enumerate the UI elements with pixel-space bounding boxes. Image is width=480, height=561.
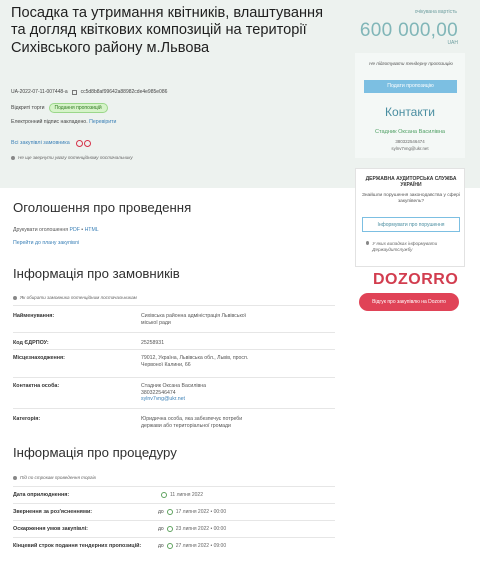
row-key: Категорія:	[13, 416, 41, 422]
tender-id-row: UA-2022-07-11-007448-a cc5d8b8af99642a88…	[11, 89, 167, 95]
tender-title: Посадка та утримання квітників, влаштува…	[11, 5, 323, 56]
offer-warning: Не підготувати тендерну пропозицію	[369, 61, 453, 66]
customer-row-location: Місцезнаходження: 79012, Україна, Львівс…	[13, 355, 333, 368]
customer-title: Інформація про замовників	[13, 266, 180, 281]
supplier-notice: Не ще звернути увагу потенційному постач…	[11, 155, 133, 160]
audit-service-card: ДЕРЖАВНА АУДИТОРСЬКА СЛУЖБА УКРАЇНИ Знай…	[355, 168, 465, 267]
info-icon	[13, 295, 17, 300]
expected-value-amount: 600 000,00	[359, 20, 458, 41]
audit-note-text[interactable]: У яких випадках інформувати Держаудитслу…	[372, 241, 458, 253]
dozorro-review-button[interactable]: Відгук про закупівлю на Dozorro	[359, 293, 459, 311]
divider	[13, 332, 335, 333]
status-badge: Подання пропозицій	[48, 103, 108, 113]
procedure-title: Інформація про процедуру	[13, 445, 177, 460]
signature-row: Електронний підпис накладено. Перевірити	[11, 119, 116, 125]
contact-phone: 380322546474	[395, 139, 425, 144]
report-violation-button[interactable]: Інформувати про порушення	[362, 217, 460, 232]
expected-value-label: очікувана вартість	[414, 9, 457, 15]
divider	[13, 537, 335, 538]
row-key: Найменування:	[13, 313, 55, 319]
divider	[13, 349, 335, 350]
customer-row-contact: Контактна особа: Стадник Оксана Василівн…	[13, 383, 333, 403]
row-value: Стадник Оксана Василівна 380322546474 sy…	[141, 383, 251, 403]
row-value: 25258931	[141, 340, 165, 346]
info-icon	[13, 475, 17, 480]
contact-name: Стадник Оксана Василівна	[374, 129, 446, 135]
row-value: Юридична особа, яка забезпечує потреби д…	[141, 416, 243, 429]
currency-label: UAH	[447, 40, 458, 46]
print-pdf-link[interactable]: PDF	[69, 227, 79, 233]
contacts-title: Контакти	[385, 105, 435, 119]
row-value: Сихівська районна адміністрація Львівськ…	[141, 313, 247, 326]
info-icon	[11, 155, 15, 160]
verify-signature-link[interactable]: Перевірити	[89, 119, 116, 125]
dozorro-logo: DOZORRO	[373, 271, 459, 288]
divider	[13, 377, 335, 378]
tender-hash: cc5d8b8af99642a88982cde4e985e086	[80, 89, 168, 95]
divider	[13, 305, 335, 306]
customer-row-name: Найменування: Сихівська районна адмініст…	[13, 313, 333, 326]
procedure-row-clarifications: Звернення за роз'ясненнями: до 17 липня …	[13, 509, 333, 516]
contact-email[interactable]: sylnv7vng@ukr.net	[355, 146, 465, 151]
announcement-title: Оголошення про проведення	[13, 200, 192, 215]
glasses-icon[interactable]	[75, 139, 92, 147]
clock-icon	[161, 492, 167, 498]
row-value: до 23 липня 2022 • 00:00	[158, 526, 227, 532]
procedure-note: Під по строкам проведення торгів	[13, 475, 96, 480]
divider	[13, 520, 335, 521]
procedure-note-text[interactable]: Під по строкам проведення торгів	[20, 475, 96, 480]
row-key: Звернення за роз'ясненнями:	[13, 509, 93, 515]
supplier-notice-text[interactable]: Не ще звернути увагу потенційному постач…	[18, 155, 133, 160]
audit-question: Знайшли порушення законодавства у сфері …	[362, 193, 461, 204]
audit-title: ДЕРЖАВНА АУДИТОРСЬКА СЛУЖБА УКРАЇНИ	[365, 176, 457, 188]
procurement-plan-link[interactable]: Перейти до плану закупівлі	[13, 240, 79, 246]
procedure-row-published: Дата оприлюднення: 11 липня 2022	[13, 492, 333, 499]
divider	[13, 486, 335, 487]
all-purchases-link[interactable]: Всі закупівлі замовника	[11, 140, 70, 146]
info-icon	[366, 241, 370, 245]
contact-person: Стадник Оксана Василівна	[141, 383, 207, 389]
row-key: Контактна особа:	[13, 383, 60, 389]
row-key: Оскарження умов закупівлі:	[13, 526, 88, 532]
customer-row-category: Категорія: Юридична особа, яка забезпечу…	[13, 416, 333, 429]
divider	[13, 503, 335, 504]
all-purchases-row: Всі закупівлі замовника	[11, 139, 92, 147]
row-key: Дата оприлюднення:	[13, 492, 70, 498]
divider	[13, 408, 335, 409]
clock-icon	[166, 526, 173, 532]
row-value: до 17 липня 2022 • 00:00	[158, 509, 227, 515]
customer-note: Як обирати замовника потенційним постача…	[13, 295, 137, 300]
contact-person-email[interactable]: sylnv7vng@ukr.net	[141, 396, 251, 403]
audit-note: У яких випадках інформувати Держаудитслу…	[366, 241, 458, 253]
customer-note-text[interactable]: Як обирати замовника потенційним постача…	[20, 295, 137, 300]
customer-row-code: Код ЄДРПОУ: 25258931	[13, 340, 333, 347]
contact-person-phone: 380322546474	[141, 389, 176, 396]
contacts-card: Не підготувати тендерну пропозицію Подат…	[355, 53, 465, 158]
status-row: Відкриті торги Подання пропозицій	[11, 103, 108, 113]
signature-text: Електронний підпис накладено.	[11, 119, 88, 125]
row-key: Місцезнаходження:	[13, 355, 65, 361]
print-html-link[interactable]: HTML	[85, 227, 99, 233]
row-value: до 27 липня 2022 • 09:00	[158, 543, 227, 549]
print-label: Друкувати оголошення	[13, 227, 69, 233]
procedure-row-deadline: Кінцевий строк подання тендерних пропози…	[13, 543, 333, 550]
procedure-row-complaints: Оскарження умов закупівлі: до 23 липня 2…	[13, 526, 333, 533]
print-announcement-row: Друкувати оголошення PDF • HTML	[13, 227, 99, 233]
clock-icon	[166, 509, 173, 515]
tender-page: Посадка та утримання квітників, влаштува…	[0, 0, 480, 561]
procedure-type: Відкриті торги	[11, 105, 45, 111]
tender-id: UA-2022-07-11-007448-a	[11, 89, 68, 95]
row-value: 79012, Україна, Львівська обл., Львів, п…	[141, 355, 249, 368]
submit-offer-button[interactable]: Подати пропозицію	[364, 80, 457, 93]
row-key: Код ЄДРПОУ:	[13, 340, 49, 346]
copy-icon[interactable]	[71, 89, 77, 95]
row-value: 11 липня 2022	[158, 492, 203, 498]
row-key: Кінцевий строк подання тендерних пропози…	[13, 543, 142, 549]
clock-icon	[166, 543, 173, 549]
